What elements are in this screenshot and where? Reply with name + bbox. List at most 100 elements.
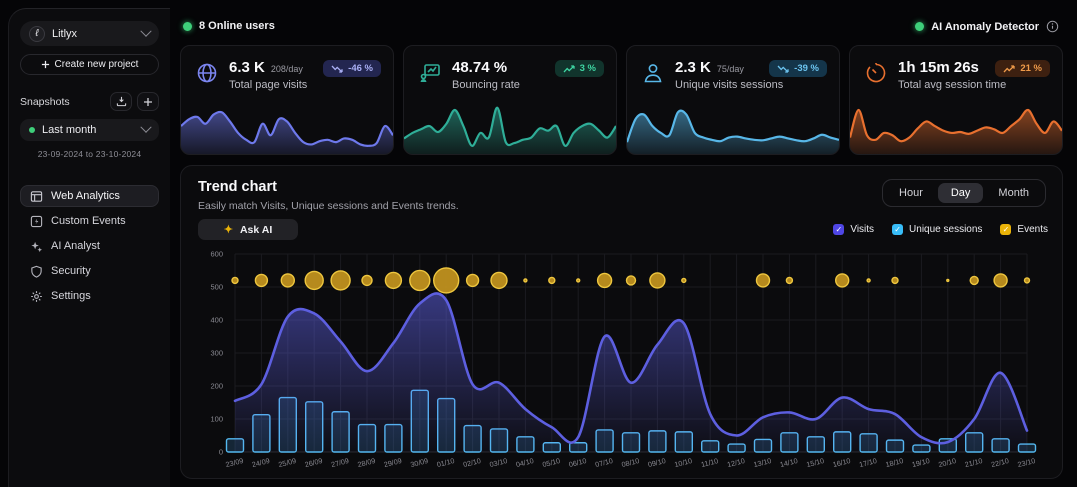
snapshot-range-select[interactable]: Last month (20, 119, 159, 141)
svg-text:23/10: 23/10 (1017, 456, 1037, 469)
trend-up-icon (563, 65, 575, 73)
svg-text:03/10: 03/10 (489, 456, 509, 469)
card-bouncing-rate: 48.74 % Bouncing rate 3 % (403, 45, 617, 155)
card-sparkline (627, 100, 839, 154)
svg-text:16/10: 16/10 (832, 456, 852, 469)
legend-events[interactable]: ✓ Events (1000, 224, 1048, 235)
green-dot-icon (29, 127, 35, 133)
svg-text:0: 0 (219, 448, 223, 457)
legend-unique-sessions[interactable]: ✓ Unique sessions (892, 224, 982, 235)
sidebar-item-web-analytics[interactable]: Web Analytics (20, 185, 159, 207)
legend-visits[interactable]: ✓ Visits (833, 224, 874, 235)
card-unique-visits-sessions: 2.3 K 75/day Unique visits sessions -39 … (626, 45, 840, 155)
svg-text:29/09: 29/09 (383, 456, 403, 469)
card-value: 48.74 % (452, 59, 507, 76)
card-value: 2.3 K (675, 59, 711, 76)
panel-title: Trend chart (198, 179, 277, 195)
checkbox-checked-icon[interactable]: ✓ (892, 224, 903, 235)
card-label: Unique visits sessions (675, 79, 783, 91)
trend-badge: -46 % (323, 60, 381, 77)
svg-text:28/09: 28/09 (357, 456, 377, 469)
app-window: ℓ Litlyx Create new project Snapshots La… (0, 0, 1077, 487)
tab-hour[interactable]: Hour (886, 183, 936, 203)
trend-badge: 3 % (555, 60, 604, 77)
litlyx-logo-icon: ℓ (29, 26, 45, 42)
timer-icon (864, 61, 888, 85)
checkbox-checked-icon[interactable]: ✓ (833, 224, 844, 235)
checkbox-checked-icon[interactable]: ✓ (1000, 224, 1011, 235)
bounce-board-icon (418, 61, 442, 85)
svg-text:13/10: 13/10 (753, 456, 773, 469)
sidebar-item-ai-analyst[interactable]: AI Analyst (20, 235, 159, 257)
svg-text:17/10: 17/10 (858, 456, 878, 469)
browser-icon (29, 189, 43, 203)
svg-text:500: 500 (210, 283, 223, 292)
svg-text:11/10: 11/10 (700, 456, 719, 469)
plus-icon (41, 60, 50, 69)
card-sparkline (404, 100, 616, 154)
nav-label: Web Analytics (51, 190, 120, 202)
svg-text:26/09: 26/09 (304, 456, 324, 469)
svg-text:23/09: 23/09 (225, 456, 245, 469)
tab-day[interactable]: Day (938, 183, 984, 203)
ask-ai-button[interactable]: ✦ Ask AI (198, 219, 298, 240)
ai-anomaly-detector-status: AI Anomaly Detector (915, 20, 1059, 33)
svg-text:05/10: 05/10 (541, 456, 561, 469)
snapshots-label: Snapshots (20, 96, 105, 108)
svg-text:200: 200 (210, 382, 223, 391)
tab-month[interactable]: Month (985, 183, 1042, 203)
svg-text:21/10: 21/10 (964, 456, 984, 469)
nav-label: Settings (51, 290, 91, 302)
chart-legend: ✓ Visits ✓ Unique sessions ✓ Events (833, 224, 1048, 235)
trend-chart-area[interactable]: 010020030040050060023/0924/0925/0926/092… (193, 246, 1051, 481)
nav-label: Security (51, 265, 91, 277)
create-new-project-button[interactable]: Create new project (20, 54, 159, 75)
card-per-day: 75/day (717, 64, 744, 74)
export-snapshot-button[interactable] (110, 92, 132, 111)
svg-text:15/10: 15/10 (805, 456, 825, 469)
svg-text:18/10: 18/10 (885, 456, 905, 469)
svg-text:100: 100 (210, 415, 223, 424)
svg-text:27/09: 27/09 (330, 456, 350, 469)
stat-cards-row: 6.3 K 208/day Total page visits -46 % 48… (180, 45, 1063, 155)
create-project-label: Create new project (55, 59, 139, 70)
gear-icon (29, 289, 43, 303)
green-dot-icon (183, 22, 192, 31)
sidebar-nav: Web Analytics Custom Events AI Analyst S… (20, 185, 159, 307)
event-bolt-icon (29, 214, 43, 228)
svg-text:25/09: 25/09 (277, 456, 297, 469)
add-snapshot-button[interactable] (137, 92, 159, 111)
online-users-label: 8 Online users (199, 20, 275, 32)
svg-text:07/10: 07/10 (594, 456, 614, 469)
card-value: 1h 15m 26s (898, 59, 979, 76)
svg-text:24/09: 24/09 (251, 456, 271, 469)
svg-text:14/10: 14/10 (779, 456, 799, 469)
svg-text:300: 300 (210, 349, 223, 358)
chevron-down-icon (140, 25, 151, 36)
trend-chart-svg[interactable]: 010020030040050060023/0924/0925/0926/092… (193, 246, 1051, 476)
svg-text:01/10: 01/10 (436, 456, 456, 469)
card-label: Bouncing rate (452, 79, 520, 91)
info-icon[interactable] (1046, 20, 1059, 33)
trend-badge: -39 % (769, 60, 827, 77)
sidebar-item-security[interactable]: Security (20, 260, 159, 282)
trend-down-icon (777, 65, 789, 73)
legend-label: Events (1017, 224, 1048, 235)
panel-subtitle: Easily match Visits, Unique sessions and… (198, 200, 459, 212)
download-tray-icon (116, 96, 127, 107)
card-label: Total page visits (229, 79, 307, 91)
plus-icon (143, 97, 153, 107)
svg-text:10/10: 10/10 (673, 456, 693, 469)
project-name: Litlyx (52, 28, 135, 40)
user-icon (641, 61, 665, 85)
sidebar-item-settings[interactable]: Settings (20, 285, 159, 307)
sparkles-icon (29, 239, 43, 253)
project-selector[interactable]: ℓ Litlyx (20, 21, 159, 46)
legend-label: Visits (850, 224, 874, 235)
ai-anomaly-detector-label: AI Anomaly Detector (931, 21, 1039, 33)
svg-text:19/10: 19/10 (911, 456, 931, 469)
svg-text:02/10: 02/10 (462, 456, 482, 469)
snapshot-date-range: 23-09-2024 to 23-10-2024 (20, 149, 159, 159)
sidebar-item-custom-events[interactable]: Custom Events (20, 210, 159, 232)
svg-text:600: 600 (210, 250, 223, 259)
